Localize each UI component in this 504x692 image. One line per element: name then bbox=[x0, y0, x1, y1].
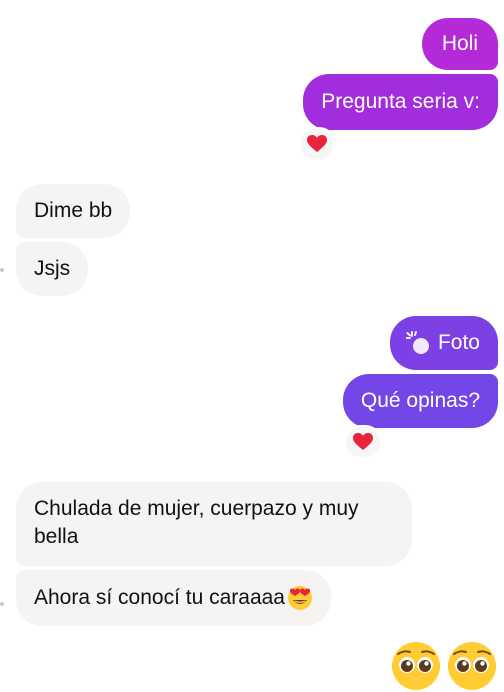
message-bubble-outgoing-opinas[interactable]: Qué opinas? bbox=[342, 374, 498, 428]
message-text: Foto bbox=[437, 331, 480, 354]
red-heart-icon bbox=[307, 135, 327, 152]
message-text: Ahora sí conocí tu caraaaa bbox=[34, 586, 285, 609]
message-text: Pregunta seria v: bbox=[321, 90, 480, 113]
message-text: Jsjs bbox=[34, 257, 71, 280]
message-bubble-outgoing-photo[interactable]: Foto bbox=[389, 316, 498, 370]
message-bubble-incoming-chulada[interactable]: Chulada de mujer, cuerpazo y muy bella bbox=[16, 482, 412, 566]
red-heart-icon bbox=[353, 433, 373, 450]
message-bubble-incoming-ahora[interactable]: Ahora sí conocí tu caraaaa bbox=[16, 570, 331, 626]
avatar-placeholder bbox=[0, 268, 4, 272]
pleading-face-icon bbox=[448, 642, 496, 690]
pleading-face-icon bbox=[392, 642, 440, 690]
reaction-badge[interactable] bbox=[298, 127, 336, 161]
message-bubble-outgoing-pregunta[interactable]: Pregunta seria v: bbox=[303, 74, 498, 130]
avatar-placeholder bbox=[0, 602, 4, 606]
message-bubble-incoming-dime[interactable]: Dime bb bbox=[16, 184, 131, 238]
message-text: Qué opinas? bbox=[360, 389, 480, 412]
message-text-line-1: Chulada de mujer, cuerpazo y muy bbox=[34, 497, 359, 520]
message-bubble-outgoing-holi[interactable]: Holi bbox=[421, 18, 498, 70]
tap-photo-icon bbox=[405, 331, 429, 354]
message-bubble-incoming-jsjs[interactable]: Jsjs bbox=[16, 242, 89, 296]
message-text: Holi bbox=[441, 32, 478, 55]
reaction-badge[interactable] bbox=[344, 425, 382, 459]
message-text: Dime bb bbox=[34, 199, 113, 222]
smiling-face-with-heart-eyes-icon bbox=[288, 586, 312, 610]
message-text-line-2: bella bbox=[34, 525, 79, 548]
